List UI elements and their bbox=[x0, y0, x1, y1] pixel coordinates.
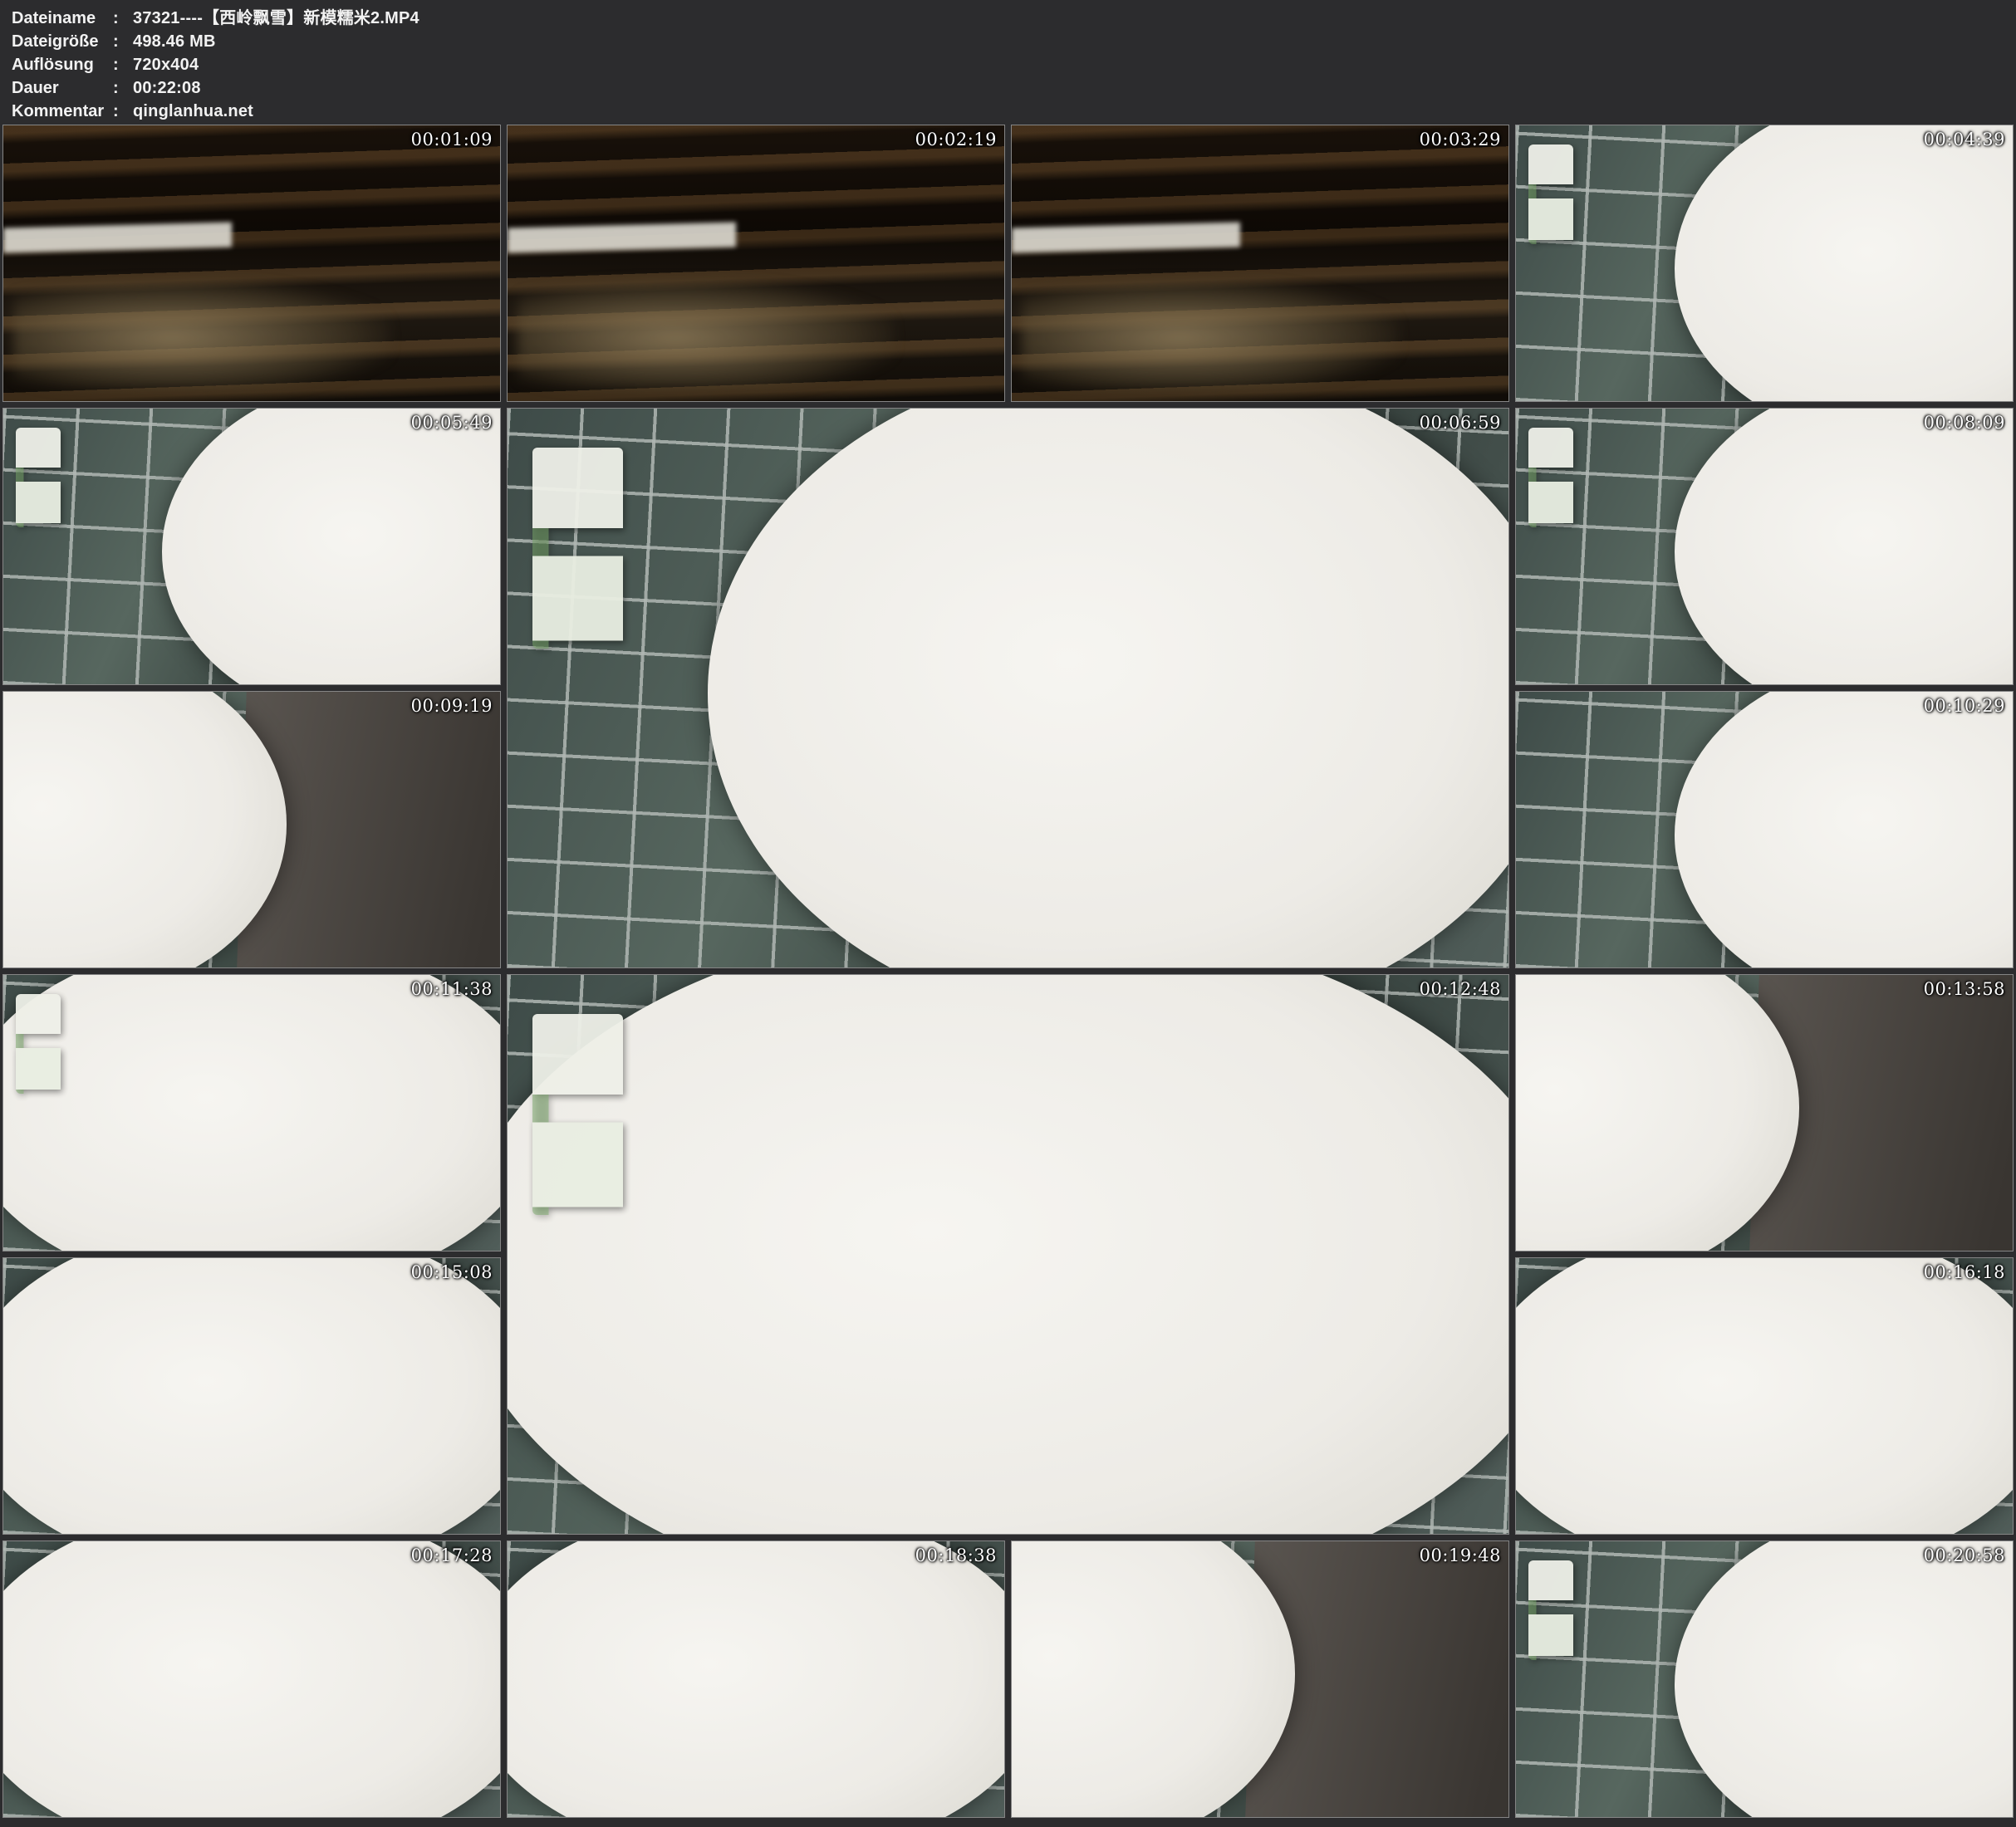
duration-label: Dauer bbox=[12, 76, 113, 100]
timestamp-overlay: 00:13:58 bbox=[1924, 979, 2005, 999]
file-info-row-duration: Dauer:00:22:08 bbox=[12, 76, 2016, 100]
video-thumbnail[interactable]: 00:20:58 bbox=[1515, 1540, 2014, 1818]
video-thumbnail[interactable]: 00:18:38 bbox=[507, 1540, 1005, 1818]
filesize-value: 498.46 MB bbox=[133, 32, 216, 51]
bathtub-shape bbox=[507, 974, 1509, 1535]
video-thumbnail[interactable]: 00:08:09 bbox=[1515, 408, 2014, 685]
timestamp-overlay: 00:11:38 bbox=[411, 979, 493, 999]
timestamp-overlay: 00:17:28 bbox=[411, 1545, 493, 1565]
video-thumbnail[interactable]: 00:16:18 bbox=[1515, 1257, 2014, 1535]
timestamp-overlay: 00:20:58 bbox=[1924, 1545, 2005, 1565]
separator: : bbox=[113, 30, 133, 53]
video-thumbnail[interactable]: 00:15:08 bbox=[2, 1257, 501, 1535]
video-thumbnail[interactable]: 00:12:48 bbox=[507, 974, 1509, 1535]
video-thumbnail[interactable]: 00:09:19 bbox=[2, 691, 501, 968]
file-info-row-filename: Dateiname:37321----【西岭飘雪】新模糯米2.MP4 bbox=[12, 7, 2016, 30]
file-info-row-filesize: Dateigröße:498.46 MB bbox=[12, 30, 2016, 53]
timestamp-overlay: 00:16:18 bbox=[1924, 1262, 2005, 1282]
separator: : bbox=[113, 7, 133, 30]
bathtub-shape bbox=[1515, 974, 1799, 1251]
comment-label: Kommentar bbox=[12, 100, 113, 123]
bathtub-shape bbox=[507, 1540, 1005, 1818]
timestamp-overlay: 00:04:39 bbox=[1924, 130, 2005, 149]
timestamp-overlay: 00:08:09 bbox=[1924, 413, 2005, 433]
thumbnail-grid: 00:01:09 00:02:19 00:03:29 00:04:39 00:0… bbox=[2, 125, 2014, 1818]
bathtub-shape bbox=[1675, 408, 2014, 685]
timestamp-overlay: 00:06:59 bbox=[1420, 413, 1501, 433]
timestamp-overlay: 00:18:38 bbox=[915, 1545, 997, 1565]
bathtub-shape bbox=[1515, 1257, 2014, 1535]
bathtub-shape bbox=[2, 691, 287, 968]
timestamp-overlay: 00:05:49 bbox=[411, 413, 493, 433]
bathtub-shape bbox=[162, 408, 501, 685]
timestamp-overlay: 00:12:48 bbox=[1420, 979, 1501, 999]
video-thumbnail[interactable]: 00:02:19 bbox=[507, 125, 1005, 402]
separator: : bbox=[113, 76, 133, 100]
bathtub-shape bbox=[2, 1257, 501, 1535]
video-thumbnail[interactable]: 00:17:28 bbox=[2, 1540, 501, 1818]
duration-value: 00:22:08 bbox=[133, 79, 201, 97]
bathtub-shape bbox=[2, 974, 501, 1251]
bathtub-shape bbox=[708, 408, 1509, 968]
video-thumbnail[interactable]: 00:05:49 bbox=[2, 408, 501, 685]
separator: : bbox=[113, 53, 133, 76]
resolution-value: 720x404 bbox=[133, 56, 199, 74]
timestamp-overlay: 00:10:29 bbox=[1924, 696, 2005, 716]
resolution-label: Auflösung bbox=[12, 53, 113, 76]
video-thumbnail[interactable]: 00:19:48 bbox=[1011, 1540, 1509, 1818]
timestamp-overlay: 00:03:29 bbox=[1420, 130, 1501, 149]
video-thumbnail[interactable]: 00:10:29 bbox=[1515, 691, 2014, 968]
bathtub-shape bbox=[1675, 125, 2014, 402]
video-thumbnail[interactable]: 00:06:59 bbox=[507, 408, 1509, 968]
bathtub-shape bbox=[1675, 691, 2014, 968]
timestamp-overlay: 00:02:19 bbox=[915, 130, 997, 149]
filesize-label: Dateigröße bbox=[12, 30, 113, 53]
bathtub-shape bbox=[1675, 1540, 2014, 1818]
comment-value: qinglanhua.net bbox=[133, 102, 253, 120]
filename-value: 37321----【西岭飘雪】新模糯米2.MP4 bbox=[133, 9, 419, 27]
separator: : bbox=[113, 100, 133, 123]
video-thumbnail[interactable]: 00:13:58 bbox=[1515, 974, 2014, 1251]
file-info-row-comment: Kommentar:qinglanhua.net bbox=[12, 100, 2016, 123]
bathtub-shape bbox=[2, 1540, 501, 1818]
bathtub-shape bbox=[1011, 1540, 1295, 1818]
timestamp-overlay: 00:09:19 bbox=[411, 696, 493, 716]
file-info-panel: Dateiname:37321----【西岭飘雪】新模糯米2.MP4 Datei… bbox=[0, 0, 2016, 125]
video-thumbnail[interactable]: 00:03:29 bbox=[1011, 125, 1509, 402]
video-thumbnail[interactable]: 00:11:38 bbox=[2, 974, 501, 1251]
video-thumbnail[interactable]: 00:01:09 bbox=[2, 125, 501, 402]
video-thumbnail[interactable]: 00:04:39 bbox=[1515, 125, 2014, 402]
filename-label: Dateiname bbox=[12, 7, 113, 30]
timestamp-overlay: 00:15:08 bbox=[411, 1262, 493, 1282]
file-info-row-resolution: Auflösung:720x404 bbox=[12, 53, 2016, 76]
timestamp-overlay: 00:01:09 bbox=[411, 130, 493, 149]
timestamp-overlay: 00:19:48 bbox=[1420, 1545, 1501, 1565]
